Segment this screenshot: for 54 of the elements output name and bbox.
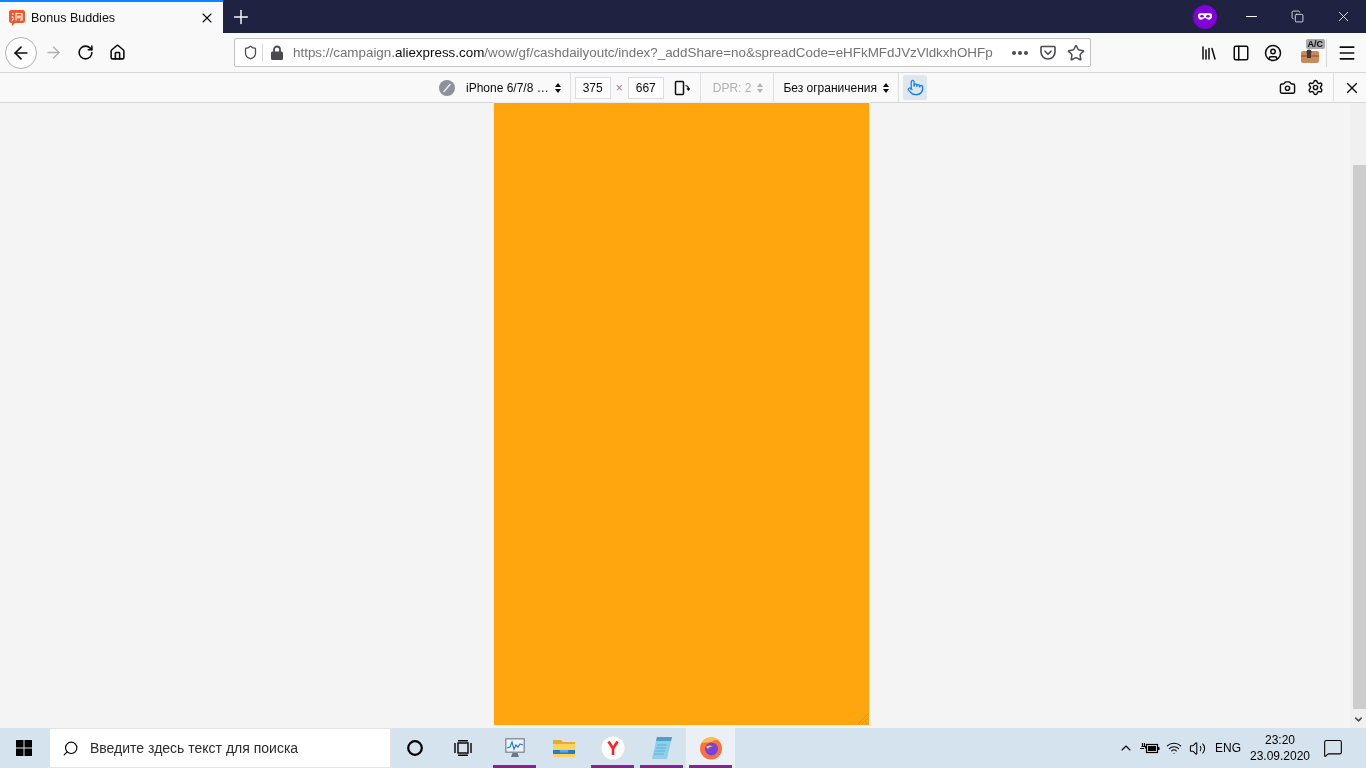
search-field[interactable]: Введите здесь текст для поиска — [49, 728, 391, 768]
mask-icon — [1193, 4, 1217, 29]
sidebar-icon — [1232, 43, 1250, 62]
minimize-icon — [1245, 16, 1257, 17]
size-separator: × — [615, 80, 623, 95]
scrollbar-thumb[interactable] — [1353, 165, 1366, 709]
wifi-icon — [1166, 740, 1182, 756]
library-icon — [1200, 43, 1218, 62]
lock-icon — [271, 45, 283, 60]
search-icon — [62, 739, 79, 757]
clock-date[interactable]: 23.09.2020 — [1249, 748, 1311, 764]
extension-badge: A/C — [1305, 38, 1325, 49]
width-input[interactable]: 375 — [574, 76, 611, 99]
hand-pointer-icon — [906, 79, 924, 96]
browser-tab[interactable]: Bonus Buddies — [0, 0, 223, 33]
resize-grip-icon[interactable] — [858, 714, 868, 724]
reload-icon — [76, 44, 94, 61]
ring-icon — [407, 740, 423, 756]
rotate-device-icon — [673, 79, 690, 96]
up-down-arrows-icon — [757, 82, 764, 93]
clock-time[interactable]: 23:20 — [1265, 732, 1295, 748]
touch-simulation-button[interactable] — [903, 75, 927, 100]
y-circle-icon — [600, 736, 625, 760]
speaker-icon — [1188, 739, 1206, 757]
pocket-icon — [1040, 44, 1056, 61]
network-throttling-select[interactable]: Без ограничения — [778, 73, 894, 102]
favicon-icon — [9, 9, 25, 26]
star-icon — [1067, 43, 1085, 62]
browser-logo-icon — [698, 736, 723, 760]
height-input[interactable]: 667 — [627, 76, 664, 99]
shield-icon — [242, 45, 258, 60]
restore-icon — [1290, 10, 1304, 23]
task-view-icon — [454, 740, 472, 756]
battery-plug-icon — [1140, 741, 1160, 755]
settings-icon — [1306, 79, 1324, 96]
windows-logo-icon — [16, 740, 32, 756]
url-field[interactable]: https://campaign.aliexpress.com/wow/gf/cashdailyoutc/index?_addShare=no&spreadCode=eHFkMFdJVzVldkxhOHFp — [293, 45, 1006, 60]
chevron-down-icon — [1352, 714, 1364, 725]
account-icon — [1264, 43, 1282, 62]
home-icon — [108, 44, 126, 61]
monitor-graph-icon — [502, 736, 527, 760]
extension-button[interactable]: A/C — [1294, 36, 1326, 69]
taskbar-app-button[interactable] — [686, 728, 735, 768]
device-select[interactable]: iPhone 6/7/8 … — [460, 73, 566, 102]
camera-icon — [1278, 79, 1296, 96]
ellipsis-icon — [1012, 50, 1028, 55]
back-button[interactable] — [5, 36, 37, 69]
up-down-arrows-icon — [883, 82, 889, 93]
message-icon — [1323, 738, 1343, 758]
folder-icon — [551, 737, 576, 759]
language-indicator[interactable]: ENG — [1208, 728, 1248, 768]
notepad-icon — [649, 736, 674, 760]
up-down-arrows-icon — [554, 82, 561, 93]
disabled-circle-icon — [438, 79, 455, 96]
